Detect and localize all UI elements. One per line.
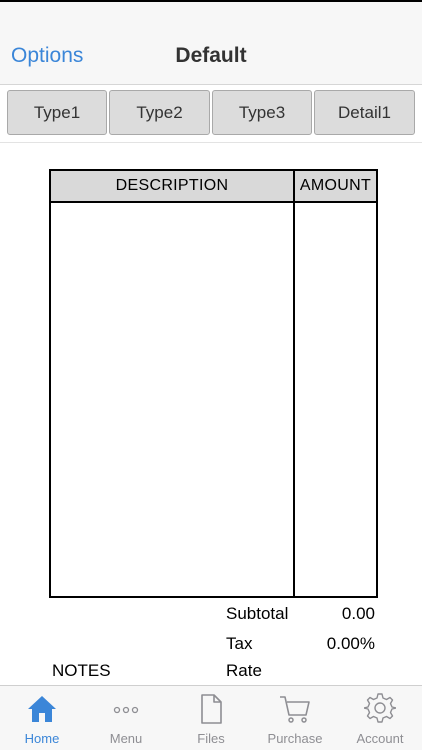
description-header: DESCRIPTION (51, 171, 293, 203)
tab-account-label: Account (356, 731, 404, 746)
tab-home-label: Home (24, 731, 60, 746)
items-table[interactable]: DESCRIPTION AMOUNT (49, 169, 378, 598)
segment-bar: Type1 Type2 Type3 Detail1 (7, 90, 415, 135)
column-separator (293, 171, 295, 596)
navigation-bar: Default Options (0, 0, 422, 85)
tab-files[interactable]: Files (169, 686, 253, 750)
notes-label[interactable]: NOTES (52, 661, 111, 681)
segment-detail1[interactable]: Detail1 (314, 90, 415, 135)
tab-account[interactable]: Account (338, 686, 422, 750)
gear-icon (364, 693, 396, 723)
tab-menu[interactable]: Menu (84, 686, 168, 750)
status-bar-edge (0, 0, 422, 2)
subtotal-label: Subtotal (226, 604, 289, 623)
segment-type3[interactable]: Type3 (212, 90, 312, 135)
tab-home[interactable]: Home (0, 686, 84, 750)
tab-files-label: Files (197, 731, 225, 746)
tab-bar: Home Menu Files Purchase Account (0, 685, 422, 750)
subtotal-value: 0.00 (341, 604, 375, 623)
more-icon (113, 706, 139, 714)
file-icon (201, 694, 222, 724)
options-button[interactable]: Options (11, 44, 83, 68)
divider (0, 142, 422, 143)
segment-type1[interactable]: Type1 (7, 90, 107, 135)
cart-icon (280, 696, 310, 723)
amount-header: AMOUNT (295, 171, 376, 203)
home-icon (28, 696, 56, 722)
tab-purchase-label: Purchase (267, 731, 323, 746)
segment-type2[interactable]: Type2 (109, 90, 210, 135)
rate-label: Rate (226, 661, 262, 680)
tax-label: Tax (226, 634, 253, 653)
tab-menu-label: Menu (109, 731, 143, 746)
tax-value[interactable]: 0.00% (300, 634, 375, 654)
tab-purchase[interactable]: Purchase (253, 686, 337, 750)
